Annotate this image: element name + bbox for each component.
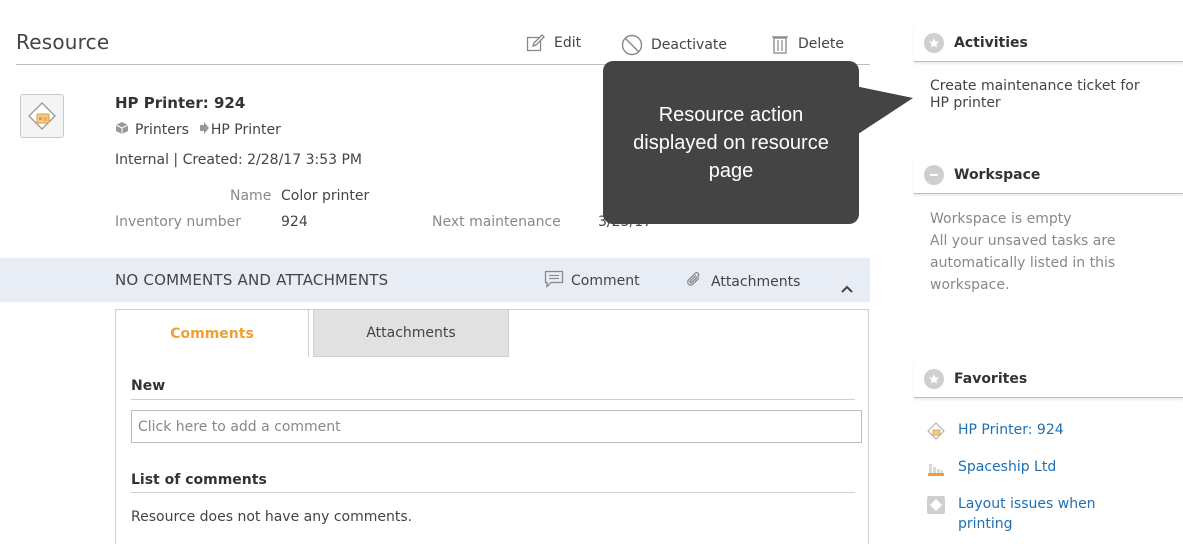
star-icon bbox=[924, 368, 944, 389]
favorite-item-hp-printer[interactable]: HP Printer: 924 bbox=[926, 420, 1064, 441]
list-of-comments-divider bbox=[131, 492, 855, 493]
activities-title: Activities bbox=[954, 34, 1028, 51]
favorite-item-spaceship-ltd[interactable]: Spaceship Ltd bbox=[926, 457, 1056, 478]
printer-icon bbox=[926, 421, 946, 441]
workspace-header[interactable]: Workspace bbox=[914, 156, 1183, 194]
callout-pointer bbox=[855, 86, 913, 136]
callout-tooltip: Resource action displayed on resource pa… bbox=[603, 61, 859, 224]
inventory-number-label: Inventory number bbox=[115, 214, 241, 230]
favorite-label: HP Printer: 924 bbox=[958, 422, 1064, 438]
resource-title: HP Printer: 924 bbox=[115, 94, 246, 112]
comment-button[interactable]: Comment bbox=[544, 270, 640, 292]
resource-printer-icon bbox=[20, 94, 64, 138]
callout-text: Resource action displayed on resource pa… bbox=[633, 103, 829, 182]
activity-item[interactable]: Create maintenance ticket for HP printer bbox=[930, 76, 1140, 110]
edit-icon bbox=[526, 34, 546, 52]
delete-label: Delete bbox=[798, 36, 844, 52]
building-icon bbox=[926, 458, 946, 478]
attachments-button[interactable]: Attachments bbox=[684, 270, 800, 294]
delete-button[interactable]: Delete bbox=[770, 34, 844, 54]
star-icon bbox=[924, 32, 944, 53]
comments-band-title: NO COMMENTS AND ATTACHMENTS bbox=[115, 271, 389, 289]
deactivate-label: Deactivate bbox=[651, 37, 728, 53]
workspace-line-2: All your unsaved tasks are bbox=[930, 233, 1116, 249]
workspace-icon bbox=[924, 164, 944, 185]
inventory-number-value: 924 bbox=[281, 214, 308, 230]
favorite-label: Spaceship Ltd bbox=[958, 459, 1057, 475]
deactivate-icon bbox=[621, 34, 643, 56]
name-label: Name bbox=[230, 188, 272, 204]
workspace-line-4: workspace. bbox=[930, 277, 1010, 293]
cube-icon bbox=[115, 121, 129, 139]
favorite-label: Layout issues when printing bbox=[958, 494, 1096, 534]
name-value: Color printer bbox=[281, 188, 370, 204]
deactivate-button[interactable]: Deactivate bbox=[621, 34, 727, 56]
ticket-icon bbox=[926, 495, 946, 515]
workspace-empty-text: Workspace is empty All your unsaved task… bbox=[930, 208, 1175, 296]
favorite-item-layout-issues[interactable]: Layout issues when printing bbox=[926, 494, 1096, 534]
favorites-header[interactable]: Favorites bbox=[914, 360, 1183, 398]
workspace-title: Workspace bbox=[954, 166, 1041, 183]
attachments-label: Attachments bbox=[711, 274, 801, 290]
activities-header[interactable]: Activities bbox=[914, 24, 1183, 62]
tab-attachments[interactable]: Attachments bbox=[313, 309, 509, 357]
breadcrumb: Printers HP Printer bbox=[115, 121, 281, 139]
breadcrumb-printers[interactable]: Printers bbox=[135, 122, 189, 138]
favorite-label-line-2: printing bbox=[958, 516, 1013, 532]
new-comment-divider bbox=[131, 399, 855, 400]
paperclip-icon bbox=[684, 270, 704, 294]
favorite-label-line-1: Layout issues when bbox=[958, 496, 1096, 512]
no-comments-text: Resource does not have any comments. bbox=[131, 509, 413, 525]
comment-input[interactable] bbox=[131, 410, 862, 443]
breadcrumb-hp-printer[interactable]: HP Printer bbox=[211, 122, 281, 138]
workspace-line-3: automatically listed in this bbox=[930, 255, 1116, 271]
workspace-line-1: Workspace is empty bbox=[930, 211, 1072, 227]
favorites-title: Favorites bbox=[954, 370, 1028, 387]
edit-label: Edit bbox=[554, 35, 582, 51]
activity-line-1: Create maintenance ticket for bbox=[930, 78, 1140, 94]
resource-meta: Internal | Created: 2/28/17 3:53 PM bbox=[115, 152, 362, 168]
edit-button[interactable]: Edit bbox=[526, 34, 581, 52]
breadcrumb-separator-icon bbox=[199, 122, 209, 138]
comment-label: Comment bbox=[571, 273, 640, 289]
page-title: Resource bbox=[16, 30, 110, 54]
tab-comments[interactable]: Comments bbox=[115, 309, 309, 357]
comment-icon bbox=[544, 270, 564, 292]
trash-icon bbox=[770, 34, 790, 54]
next-maintenance-label: Next maintenance bbox=[432, 214, 561, 230]
new-comment-label: New bbox=[131, 378, 166, 394]
activity-line-2: HP printer bbox=[930, 95, 1001, 111]
list-of-comments-label: List of comments bbox=[131, 472, 267, 488]
collapse-chevron-icon[interactable] bbox=[840, 279, 854, 298]
